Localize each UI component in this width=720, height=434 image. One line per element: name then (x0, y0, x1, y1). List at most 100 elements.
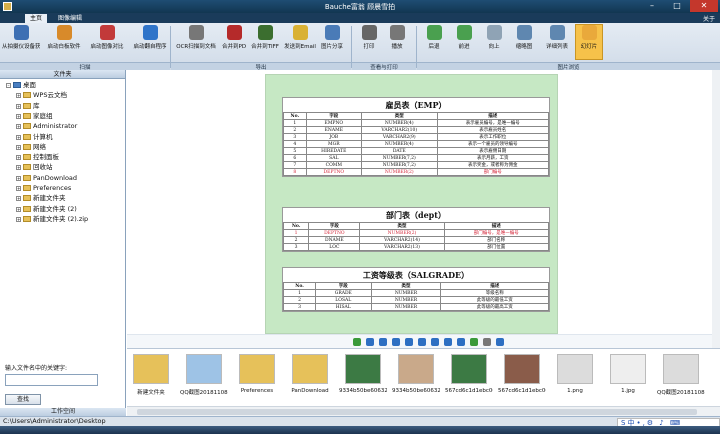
minimize-button[interactable]: – (640, 0, 664, 12)
expand-icon[interactable]: + (16, 124, 21, 130)
viewer-tool-icon[interactable] (483, 338, 491, 346)
viewer-tool-icon[interactable] (457, 338, 465, 346)
thumbnail[interactable]: 1.jpg (604, 354, 652, 406)
ribbon-button-7[interactable]: 发送到Email (284, 25, 316, 50)
ribbon-button-11[interactable]: 后退 (421, 25, 447, 50)
expand-icon[interactable]: + (16, 216, 21, 222)
ribbon-button-0[interactable]: 从拍摄仪设备获取 (2, 25, 40, 50)
viewer-tool-icon[interactable] (366, 338, 374, 346)
expand-icon[interactable]: + (16, 103, 21, 109)
ribbon-button-1[interactable]: 启动白板软件 (45, 25, 83, 50)
viewer-tool-icon[interactable] (470, 338, 478, 346)
thumbnail[interactable]: Preferences (233, 354, 281, 406)
table-header-cell: 字段 (315, 282, 372, 290)
thumbnail-image (292, 354, 328, 384)
tree-item-label: PanDownload (33, 173, 78, 182)
thumbnail[interactable]: QQ截图20181108183358.jpg (657, 354, 705, 406)
ribbon-button-2[interactable]: 启动图像对比 (88, 25, 126, 50)
table-header-row: No. 字段 类型 描述 (282, 282, 549, 290)
expand-icon[interactable]: + (16, 134, 21, 140)
thumbnail[interactable]: QQ截图20181108183356.jpg (180, 354, 228, 406)
tree-item[interactable]: + 回收站 (16, 162, 53, 172)
thumbnail[interactable]: 567cd6c1d1ebc06d... (498, 354, 546, 406)
tree-item[interactable]: + Preferences (16, 183, 71, 193)
tree-item-label: 家庭组 (33, 111, 53, 120)
expand-icon[interactable]: + (16, 206, 21, 212)
tree-item[interactable]: + 家庭组 (16, 111, 53, 121)
table-header-cell: 描述 (436, 112, 550, 120)
workspace-header[interactable]: 工作空间 (0, 408, 126, 416)
viewer-tool-icon[interactable] (392, 338, 400, 346)
expand-icon[interactable]: + (16, 175, 21, 181)
tree-item[interactable]: + 库 (16, 101, 40, 111)
thumbnail[interactable]: 9334b50be606329... (392, 354, 440, 406)
ribbon-button-5[interactable]: 合并到PDF (222, 25, 246, 50)
find-button[interactable]: 查找 (5, 394, 41, 405)
ribbon-button-12[interactable]: 前进 (451, 25, 477, 50)
viewer-tool-icon[interactable] (444, 338, 452, 346)
tree-item[interactable]: + WPS云文档 (16, 90, 67, 100)
viewer-tool-icon[interactable] (418, 338, 426, 346)
ribbon-button-13[interactable]: 向上 (481, 25, 507, 50)
table-row: 4 MGR NUMBER(4) 表示一个雇员的领导编号 (283, 140, 550, 148)
tree-item[interactable]: + 新建文件夹 (2).zip (16, 214, 88, 224)
tree-item[interactable]: + Administrator (16, 121, 77, 131)
ribbon-button-label: 缩略图 (515, 44, 533, 50)
title-bar: Bauche富翁 顾晨雪拍 – □ ✕ (0, 0, 720, 13)
ribbon-button-3[interactable]: 启动翻自程序 (131, 25, 169, 50)
ribbon-button-14[interactable]: 缩略图 (511, 25, 537, 50)
about-link[interactable]: 关于 (703, 14, 715, 23)
tab-image-edit[interactable]: 图像编辑 (53, 14, 87, 23)
expand-icon[interactable]: + (16, 186, 21, 191)
expand-icon[interactable]: + (16, 144, 21, 150)
tree-item[interactable]: + 网络 (16, 142, 46, 152)
viewer-tool-icon[interactable] (353, 338, 361, 346)
viewer-tool-icon[interactable] (431, 338, 439, 346)
table-cell: 3 (282, 303, 317, 311)
thumbnail-image (557, 354, 593, 384)
thumbnail[interactable]: 新建文件夹 (127, 354, 175, 406)
tree-item[interactable]: – 桌面 (6, 80, 36, 90)
tree-item-label: 计算机 (33, 132, 53, 141)
thumbnail[interactable]: 567cd6c1d1ebc06d... (445, 354, 493, 406)
table-cell: 4 (283, 140, 307, 148)
tree-item[interactable]: + 控制面板 (16, 152, 59, 162)
table-row: 1 EMPNO NUMBER(4) 表示雇员编号，是唯一编号 (283, 119, 550, 127)
tree-item[interactable]: + 新建文件夹 (2) (16, 204, 77, 214)
viewer-scrollbar[interactable] (712, 70, 720, 348)
folder-icon (23, 185, 31, 191)
table-row: 6 SAL NUMBER(7,2) 表示月薪，工资 (283, 154, 550, 162)
expand-icon[interactable]: + (16, 113, 21, 119)
table-cell: 部门位置 (443, 243, 550, 251)
maximize-button[interactable]: □ (665, 0, 689, 12)
tree-item[interactable]: + PanDownload (16, 173, 77, 183)
expand-icon[interactable]: + (16, 93, 21, 99)
ribbon-button-8[interactable]: 图片分享 (318, 25, 346, 50)
collapse-icon[interactable]: – (6, 83, 11, 88)
emp-table-title: 雇员表（EMP） (385, 100, 447, 110)
viewer-tool-icon[interactable] (379, 338, 387, 346)
ribbon-button-9[interactable]: 打印 (357, 25, 381, 50)
viewer-tool-icon[interactable] (405, 338, 413, 346)
table-cell: 等级名称 (440, 289, 549, 297)
expand-icon[interactable]: + (16, 155, 21, 161)
close-button[interactable]: ✕ (690, 0, 718, 12)
tree-item[interactable]: + 计算机 (16, 132, 53, 142)
ribbon-button-10[interactable]: 播放 (385, 25, 409, 50)
tree-item[interactable]: + 新建文件夹 (16, 193, 66, 203)
table-cell: EMPNO (305, 119, 362, 127)
ribbon-button-16[interactable]: 幻灯片 (575, 24, 603, 60)
thumbnail[interactable]: 1.png (551, 354, 599, 406)
tab-home[interactable]: 主页 (25, 14, 48, 23)
viewer-tool-icon[interactable] (496, 338, 504, 346)
thumbnail-scrollbar[interactable] (127, 406, 720, 416)
ribbon-button-6[interactable]: 合并到TIFF (250, 25, 280, 50)
expand-icon[interactable]: + (16, 196, 21, 202)
thumbnail[interactable]: PanDownload (286, 354, 334, 406)
filename-search-input[interactable] (5, 374, 98, 386)
scroll-thumb[interactable] (137, 409, 697, 415)
ribbon-button-15[interactable]: 详细列表 (543, 25, 571, 50)
ribbon-button-4[interactable]: OCR扫描到文档 (174, 25, 218, 50)
expand-icon[interactable]: + (16, 165, 21, 171)
thumbnail[interactable]: 9334b50be606329... (339, 354, 387, 406)
